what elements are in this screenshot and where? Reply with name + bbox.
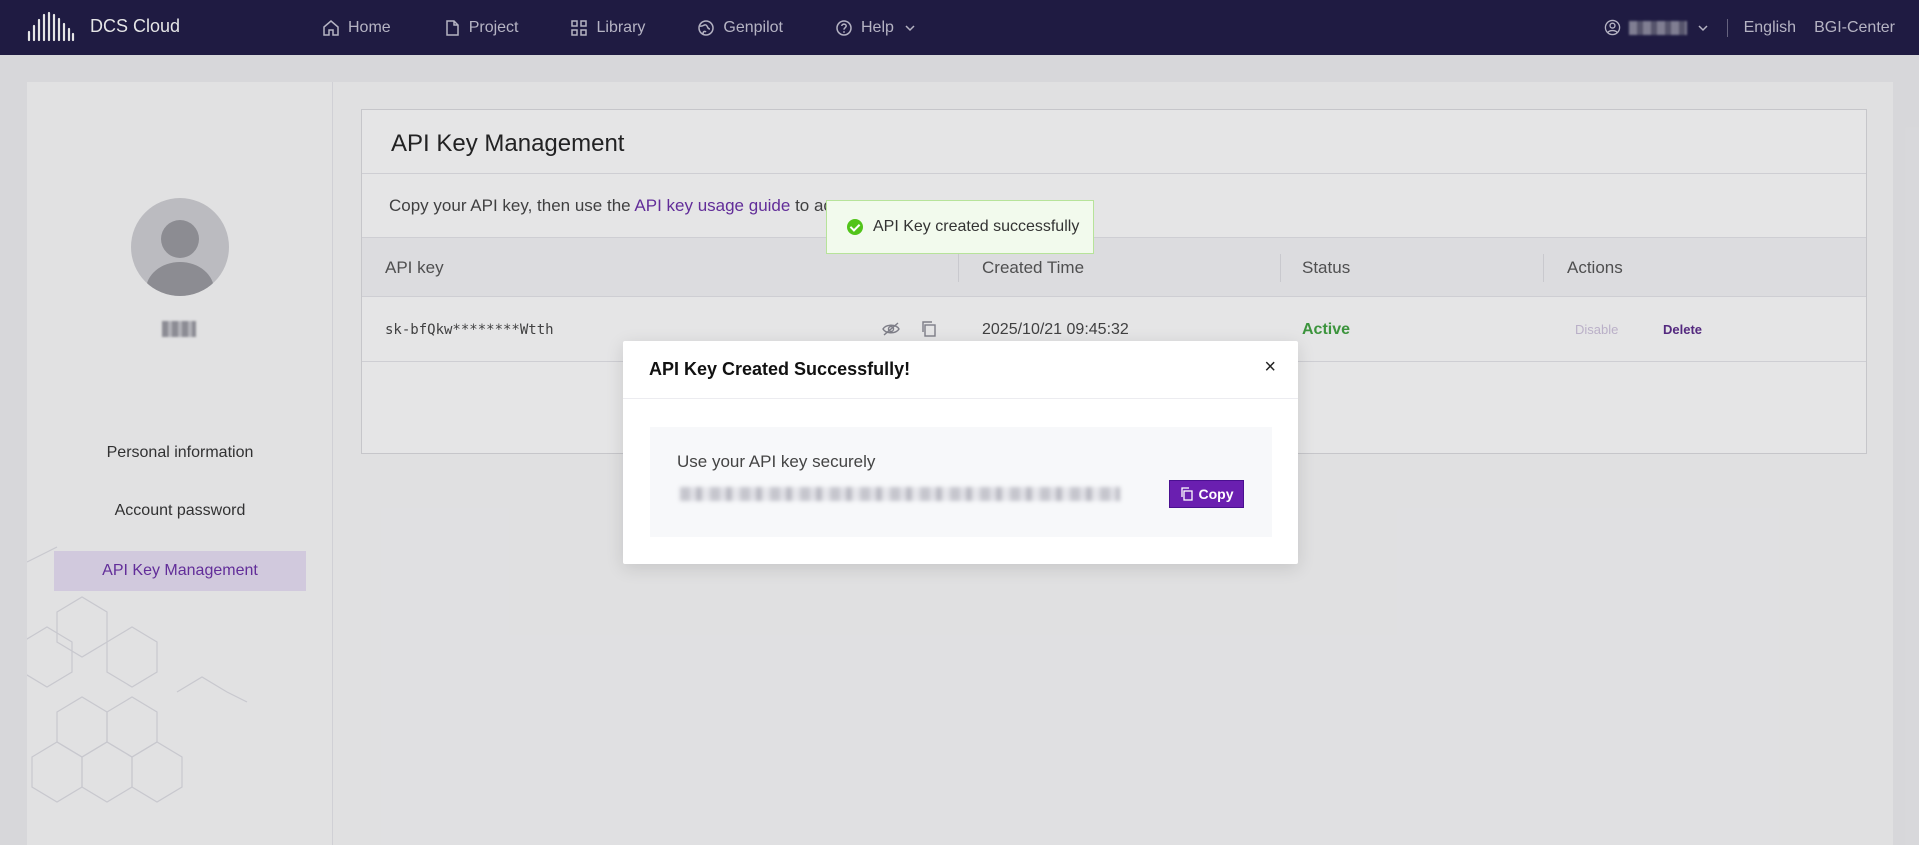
api-key-redacted <box>680 487 1120 501</box>
close-icon[interactable]: × <box>1264 357 1276 377</box>
copy-icon <box>1180 487 1193 501</box>
secure-key-label: Use your API key securely <box>677 452 876 471</box>
modal-divider <box>623 398 1298 399</box>
success-toast: API Key created successfully <box>826 200 1094 254</box>
api-key-created-modal: API Key Created Successfully! × Use your… <box>623 341 1298 564</box>
api-key-box: Use your API key securely Copy <box>650 427 1272 537</box>
check-circle-icon <box>847 219 863 235</box>
modal-title: API Key Created Successfully! <box>649 359 911 379</box>
copy-button[interactable]: Copy <box>1169 480 1244 508</box>
toast-message: API Key created successfully <box>873 218 1080 235</box>
copy-button-label: Copy <box>1198 486 1234 502</box>
